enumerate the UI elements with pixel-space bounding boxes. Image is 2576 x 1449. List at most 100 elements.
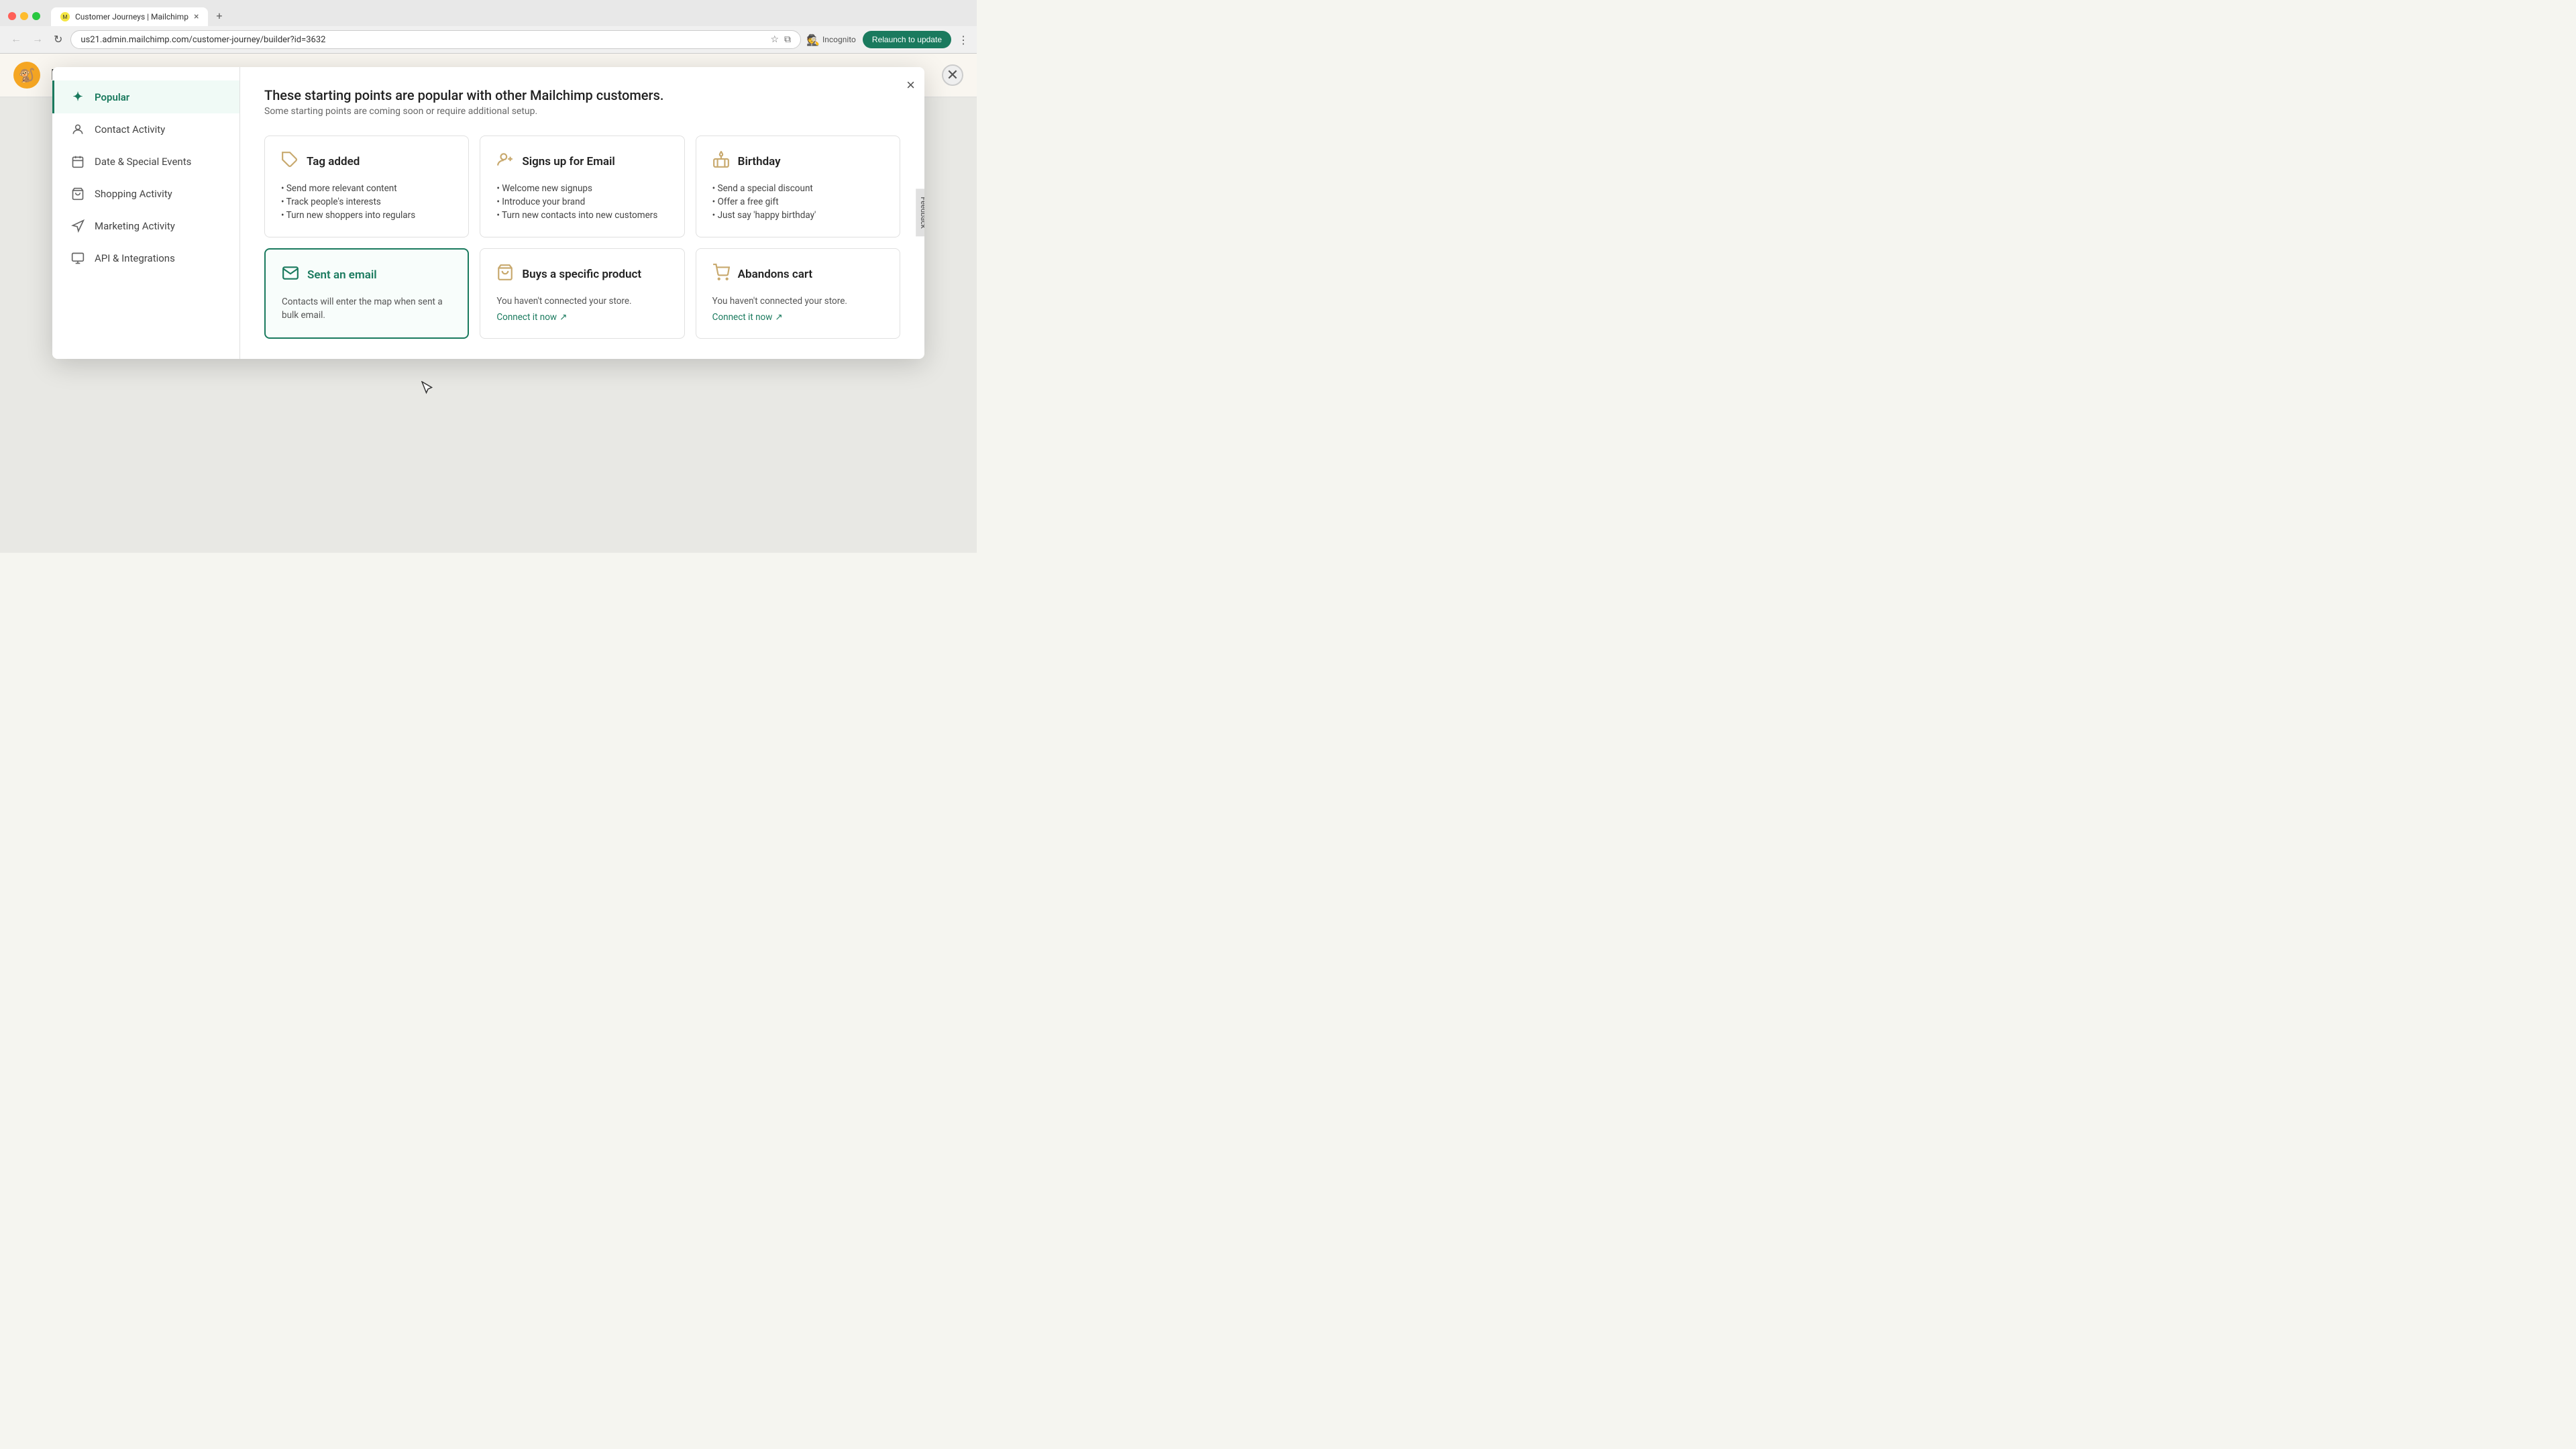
card-tag-added-title: Tag added: [307, 155, 360, 168]
card-abandons-cart-body: You haven't connected your store.: [712, 294, 883, 308]
abandons-cart-link[interactable]: Connect it now ↗: [712, 312, 783, 323]
browser-maximize-button[interactable]: [32, 12, 40, 20]
back-button[interactable]: ←: [8, 32, 24, 47]
card-sent-an-email-title: Sent an email: [307, 268, 377, 282]
tab-title: Customer Journeys | Mailchimp: [75, 12, 189, 21]
sidebar-item-popular[interactable]: ✦ Popular: [52, 80, 239, 113]
abandons-cart-icon: [712, 264, 730, 285]
url-text: us21.admin.mailchimp.com/customer-journe…: [80, 35, 766, 45]
card-tag-added-header: Tag added: [281, 151, 452, 172]
browser-active-tab[interactable]: M Customer Journeys | Mailchimp ×: [51, 7, 208, 26]
sidebar: ✦ Popular Contact Activity: [52, 67, 240, 359]
card-birthday[interactable]: Birthday Send a special discount Offer a…: [696, 136, 900, 237]
card-abandons-cart[interactable]: Abandons cart You haven't connected your…: [696, 248, 900, 339]
browser-address-bar: ← → ↻ us21.admin.mailchimp.com/customer-…: [0, 26, 977, 53]
address-icons: ☆ ⧉: [770, 34, 791, 45]
browser-tabs: M Customer Journeys | Mailchimp × +: [51, 5, 229, 26]
dialog-close-button[interactable]: ×: [906, 76, 915, 94]
card-birthday-bullets: Send a special discount Offer a free gif…: [712, 182, 883, 222]
refresh-button[interactable]: ↻: [51, 32, 65, 48]
marketing-activity-icon: [70, 219, 85, 233]
cards-grid: Tag added Send more relevant content Tra…: [264, 136, 900, 339]
buys-specific-product-link-text: Connect it now: [496, 312, 557, 323]
dialog-overlay: × ✦ Popular Contact Activity: [0, 54, 977, 553]
shopping-activity-icon: [70, 187, 85, 201]
relaunch-button[interactable]: Relaunch to update: [863, 31, 951, 48]
card-buys-specific-product[interactable]: Buys a specific product You haven't conn…: [480, 248, 684, 339]
sent-an-email-icon: [282, 264, 299, 286]
dialog-main-content: These starting points are popular with o…: [240, 67, 924, 359]
card-sent-an-email[interactable]: Sent an email Contacts will enter the ma…: [264, 248, 469, 339]
birthday-bullet-2: Offer a free gift: [712, 195, 883, 209]
tab-favicon: M: [60, 12, 70, 21]
browser-title-bar: M Customer Journeys | Mailchimp × +: [0, 0, 977, 26]
card-birthday-header: Birthday: [712, 151, 883, 172]
buys-specific-product-icon: [496, 264, 514, 285]
incognito-badge: 🕵️ Incognito: [806, 34, 856, 46]
sidebar-label-contact-activity: Contact Activity: [95, 123, 165, 136]
dialog: × ✦ Popular Contact Activity: [52, 67, 924, 359]
dialog-subheader: Some starting points are coming soon or …: [264, 106, 900, 117]
sidebar-item-api-integrations[interactable]: API & Integrations: [52, 242, 239, 274]
card-tag-added-bullets: Send more relevant content Track people'…: [281, 182, 452, 222]
address-field[interactable]: us21.admin.mailchimp.com/customer-journe…: [70, 30, 801, 49]
bookmark-icon[interactable]: ☆: [770, 34, 779, 45]
birthday-icon: [712, 151, 730, 172]
sidebar-label-popular: Popular: [95, 91, 129, 103]
browser-controls: [8, 12, 40, 20]
sidebar-label-shopping-activity: Shopping Activity: [95, 188, 172, 200]
browser-right-actions: 🕵️ Incognito Relaunch to update ⋮: [806, 31, 969, 48]
abandons-cart-link-icon: ↗: [775, 312, 782, 323]
card-birthday-title: Birthday: [738, 155, 781, 168]
signs-up-bullet-2: Introduce your brand: [496, 195, 667, 209]
card-sent-an-email-body: Contacts will enter the map when sent a …: [282, 295, 451, 323]
birthday-bullet-1: Send a special discount: [712, 182, 883, 195]
browser-close-button[interactable]: [8, 12, 16, 20]
card-tag-added[interactable]: Tag added Send more relevant content Tra…: [264, 136, 469, 237]
tag-added-icon: [281, 151, 299, 172]
forward-button[interactable]: →: [30, 32, 46, 47]
sidebar-item-contact-activity[interactable]: Contact Activity: [52, 113, 239, 146]
dialog-header: These starting points are popular with o…: [264, 87, 900, 103]
api-integrations-icon: [70, 252, 85, 265]
feedback-tab[interactable]: Feedback: [916, 189, 924, 237]
date-special-events-icon: [70, 155, 85, 168]
browser-minimize-button[interactable]: [20, 12, 28, 20]
birthday-bullet-3: Just say 'happy birthday': [712, 209, 883, 222]
browser-chrome: M Customer Journeys | Mailchimp × + ← → …: [0, 0, 977, 54]
card-buys-specific-product-body: You haven't connected your store.: [496, 294, 667, 308]
card-abandons-cart-title: Abandons cart: [738, 268, 812, 281]
tag-added-bullet-3: Turn new shoppers into regulars: [281, 209, 452, 222]
signs-up-bullet-3: Turn new contacts into new customers: [496, 209, 667, 222]
buys-specific-product-link[interactable]: Connect it now ↗: [496, 312, 567, 323]
tag-added-bullet-2: Track people's interests: [281, 195, 452, 209]
extensions-icon[interactable]: ⧉: [784, 34, 791, 45]
sidebar-item-shopping-activity[interactable]: Shopping Activity: [52, 178, 239, 210]
card-signs-up-email-bullets: Welcome new signups Introduce your brand…: [496, 182, 667, 222]
card-signs-up-email-title: Signs up for Email: [522, 155, 615, 168]
sidebar-label-api-integrations: API & Integrations: [95, 252, 175, 264]
sidebar-label-marketing-activity: Marketing Activity: [95, 220, 175, 232]
buys-specific-product-link-icon: ↗: [559, 312, 567, 323]
card-signs-up-email[interactable]: Signs up for Email Welcome new signups I…: [480, 136, 684, 237]
sidebar-label-date-special-events: Date & Special Events: [95, 156, 191, 168]
app-background: 🐒 My Drip Campaign Flow Draft ✕ × ✦ Popu…: [0, 54, 977, 553]
incognito-icon: 🕵️: [806, 34, 820, 46]
card-sent-an-email-header: Sent an email: [282, 264, 451, 286]
browser-menu-button[interactable]: ⋮: [958, 34, 969, 46]
signs-up-bullet-1: Welcome new signups: [496, 182, 667, 195]
new-tab-button[interactable]: +: [209, 5, 229, 26]
signs-up-email-icon: [496, 151, 514, 172]
card-buys-specific-product-header: Buys a specific product: [496, 264, 667, 285]
tab-close-button[interactable]: ×: [194, 11, 199, 22]
card-buys-specific-product-title: Buys a specific product: [522, 268, 641, 281]
incognito-label: Incognito: [822, 35, 856, 44]
card-abandons-cart-header: Abandons cart: [712, 264, 883, 285]
contact-activity-icon: [70, 123, 85, 136]
tag-added-bullet-1: Send more relevant content: [281, 182, 452, 195]
abandons-cart-link-text: Connect it now: [712, 312, 773, 323]
card-signs-up-email-header: Signs up for Email: [496, 151, 667, 172]
sidebar-item-date-special-events[interactable]: Date & Special Events: [52, 146, 239, 178]
sidebar-item-marketing-activity[interactable]: Marketing Activity: [52, 210, 239, 242]
popular-icon: ✦: [70, 90, 85, 104]
